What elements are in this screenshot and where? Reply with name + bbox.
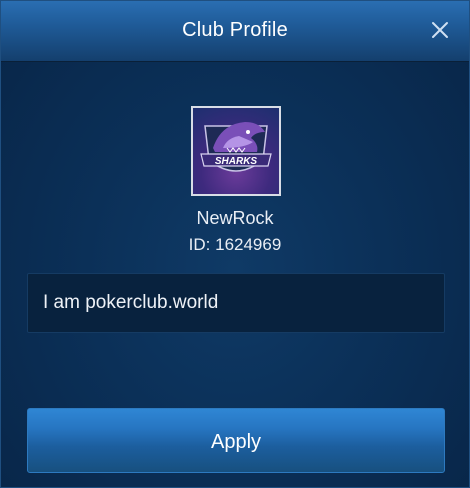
club-name: NewRock xyxy=(196,208,274,228)
apply-button-label: Apply xyxy=(210,431,262,453)
club-description-field[interactable]: I am pokerclub.world xyxy=(27,273,445,333)
club-profile-dialog: Club Profile SHARKS NewRock ID: 1624969 … xyxy=(0,0,470,488)
sharks-logo-icon: SHARKS xyxy=(200,122,272,172)
dialog-title: Club Profile xyxy=(182,19,288,41)
club-description-text: I am pokerclub.world xyxy=(43,292,219,313)
close-button[interactable] xyxy=(429,19,451,41)
close-icon xyxy=(432,22,448,38)
club-avatar: SHARKS xyxy=(191,106,281,196)
apply-button[interactable]: Apply xyxy=(27,408,445,473)
dialog-header: Club Profile xyxy=(1,1,469,62)
logo-text: SHARKS xyxy=(215,156,258,167)
club-id: ID: 1624969 xyxy=(188,235,282,254)
